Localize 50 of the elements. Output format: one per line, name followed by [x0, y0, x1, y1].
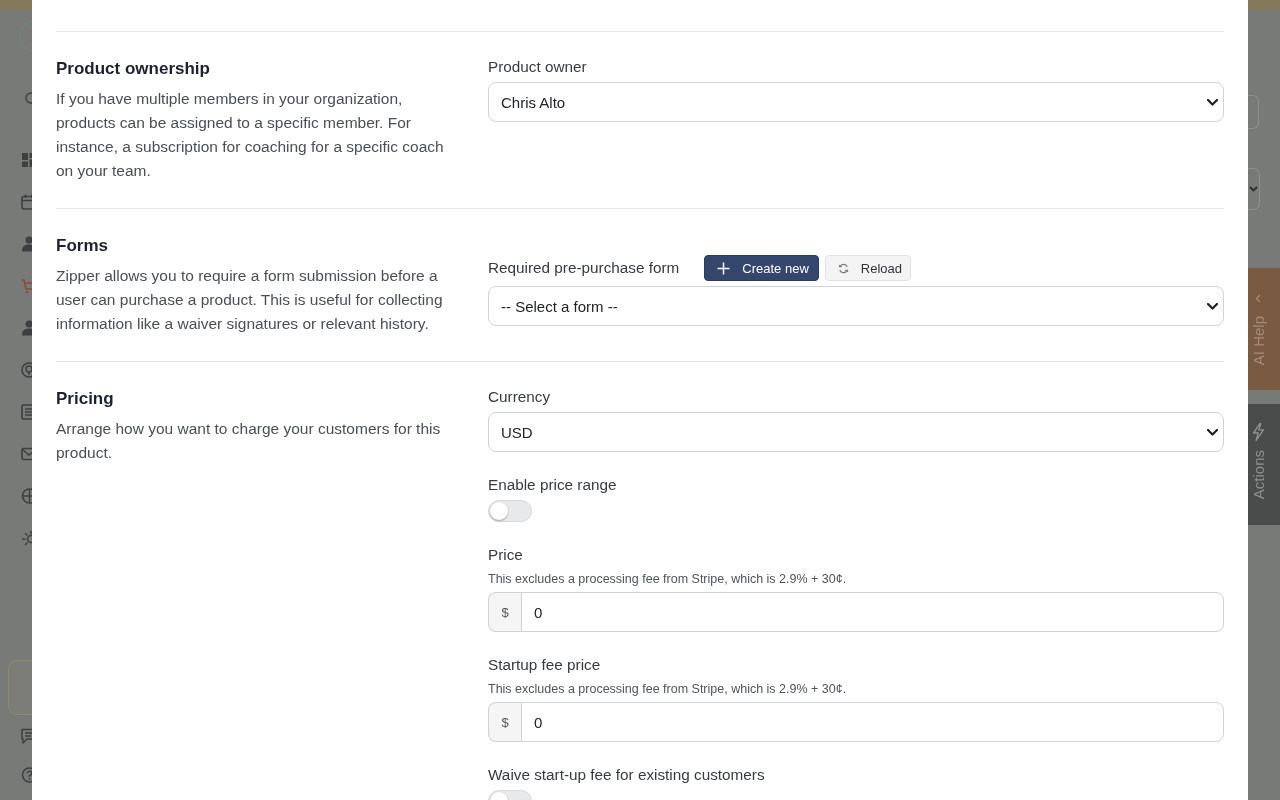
document-icon[interactable] [21, 404, 32, 420]
envelope-icon[interactable] [21, 446, 32, 462]
field-label: Price [488, 546, 523, 564]
field-hint: This excludes a processing fee from Stripe, which is 2.9% + 30¢. [488, 681, 848, 698]
section-title: Product ownership [56, 58, 211, 80]
cart-icon[interactable] [21, 278, 32, 294]
field-label: Startup fee price [488, 656, 601, 674]
chevron-down-icon [1207, 428, 1218, 436]
field-label: Required pre-purchase form [488, 259, 680, 277]
top-bar [1248, 0, 1280, 10]
chevron-down-icon [1249, 186, 1258, 192]
help-icon[interactable] [21, 767, 32, 783]
field-label: Waive start-up fee for existing customers [488, 766, 765, 784]
sun-icon[interactable] [21, 530, 32, 546]
field-label: Currency [488, 388, 551, 406]
grid-icon[interactable] [21, 152, 32, 168]
select-field[interactable] [1248, 168, 1260, 210]
lightning-icon [1253, 423, 1264, 441]
chat-icon[interactable] [21, 728, 32, 744]
field-hint: This excludes a processing fee from Stripe, which is 2.9% + 30¢. [488, 571, 848, 588]
currency-prefix: $ [488, 592, 521, 632]
select-field[interactable]: Chris Alto [488, 82, 1224, 122]
amount-input[interactable]: 0 [521, 702, 1224, 742]
create-new-button[interactable]: Create new [704, 255, 819, 281]
section-description: Zipper allows you to require a form submission before a user can purchase a product. This is useful for collecting information like a waiver signatures or relevant history. [56, 266, 444, 334]
chevron-down-icon [1207, 98, 1218, 106]
select-field[interactable]: -- Select a form -- [488, 286, 1224, 326]
coin-icon[interactable] [21, 362, 32, 378]
chevron-down-icon [1207, 302, 1218, 310]
section-description: If you have multiple members in your organization, products can be assigned to a specific member. For instance, a subscription for coaching for a specific coach on your team. [56, 89, 445, 181]
amount-input[interactable]: 0 [521, 592, 1224, 632]
section-description: Arrange how you want to charge your customers for this product. [56, 419, 442, 463]
reload-button[interactable]: Reload [824, 255, 911, 281]
toggle-switch[interactable] [488, 500, 532, 522]
currency-prefix: $ [488, 702, 521, 742]
top-bar [0, 0, 32, 10]
person-icon[interactable] [21, 320, 32, 336]
field-label: Product owner [488, 58, 587, 76]
caret-icon [1255, 294, 1261, 303]
person-icon[interactable] [21, 236, 32, 252]
section-title: Forms [56, 235, 109, 257]
section-title: Pricing [56, 388, 115, 410]
globe-icon[interactable] [21, 488, 32, 504]
select-field[interactable]: USD [488, 412, 1224, 452]
refresh-icon [837, 262, 849, 274]
plus-icon [717, 261, 731, 275]
calendar-icon[interactable] [21, 194, 32, 210]
search-icon[interactable] [25, 92, 32, 106]
field-label: Enable price range [488, 476, 617, 494]
input-field[interactable] [1248, 95, 1259, 129]
